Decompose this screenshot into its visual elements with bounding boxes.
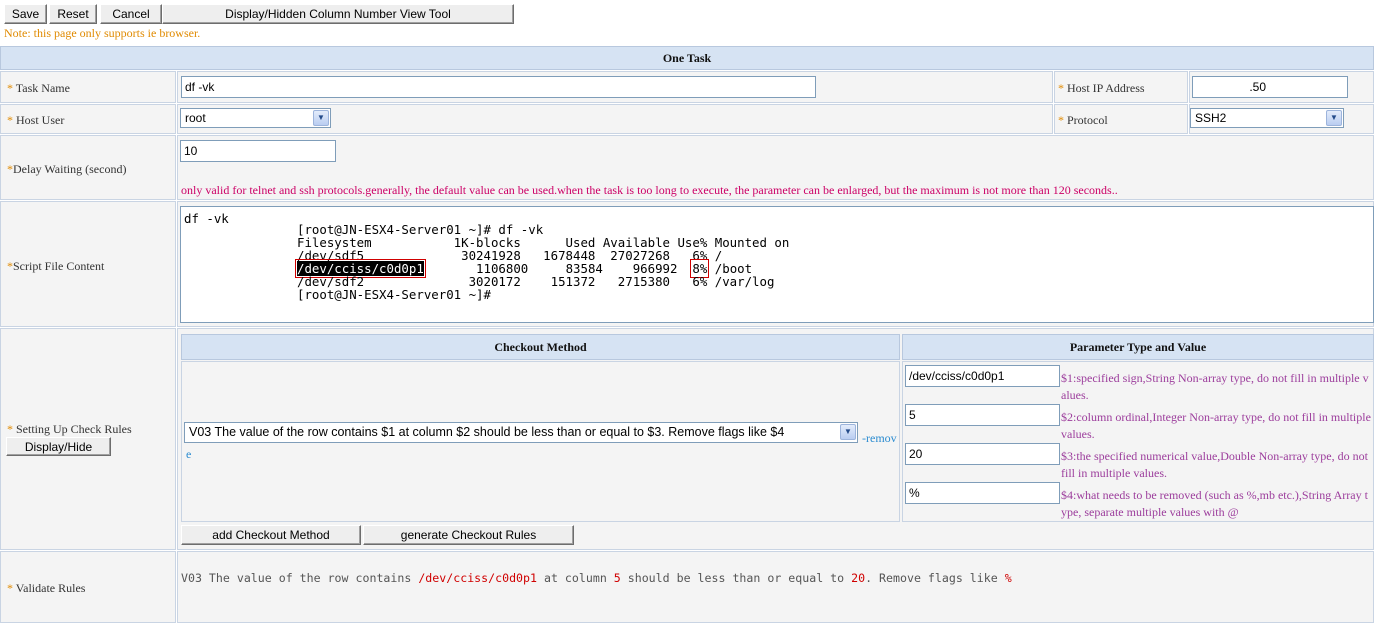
required-mark: * <box>7 422 13 436</box>
chevron-down-icon[interactable]: ▼ <box>313 110 329 126</box>
delay-label: Delay Waiting (second) <box>13 162 127 176</box>
host-user-label: Host User <box>16 113 65 127</box>
validate-text: V03 The value of the row contains <box>181 571 419 585</box>
host-ip-input[interactable]: .50 <box>1192 76 1348 98</box>
parameter-header: Parameter Type and Value <box>902 334 1374 360</box>
validate-label-cell: * Validate Rules <box>0 551 176 623</box>
generate-checkout-rules-button[interactable]: generate Checkout Rules <box>363 525 574 545</box>
browser-support-note: Note: this page only supports ie browser… <box>4 26 201 40</box>
host-user-label-cell: * Host User <box>0 104 176 134</box>
save-button[interactable]: Save <box>4 4 47 24</box>
add-checkout-method-button[interactable]: add Checkout Method <box>181 525 361 545</box>
protocol-selected: SSH2 <box>1195 111 1227 125</box>
chevron-down-icon[interactable]: ▼ <box>1326 110 1342 126</box>
required-mark: * <box>7 113 13 127</box>
reset-button[interactable]: Reset <box>49 4 97 24</box>
required-mark: * <box>1058 81 1064 95</box>
chevron-down-icon[interactable]: ▼ <box>840 424 856 440</box>
cancel-button[interactable]: Cancel <box>100 4 162 24</box>
script-label: Script File Content <box>13 259 105 273</box>
protocol-label-cell: * Protocol <box>1054 104 1188 134</box>
validate-label: Validate Rules <box>15 581 86 595</box>
script-line: df -vk <box>184 211 229 226</box>
delay-label-cell: *Delay Waiting (second) <box>0 135 176 200</box>
remove-link[interactable]: -remov <box>862 431 897 446</box>
delay-hint: only valid for telnet and ssh protocols.… <box>181 183 1118 197</box>
validate-text: . Remove flags like <box>865 571 1005 585</box>
protocol-select[interactable]: SSH2 ▼ <box>1190 108 1344 128</box>
task-name-input[interactable]: df -vk <box>181 76 816 98</box>
checkout-method-select[interactable]: V03 The value of the row contains $1 at … <box>184 422 858 443</box>
host-ip-label-cell: * Host IP Address <box>1054 71 1188 103</box>
param-1-input[interactable]: /dev/cciss/c0d0p1 <box>905 365 1060 387</box>
validate-value-cell <box>177 551 1374 623</box>
validate-value: /dev/cciss/c0d0p1 <box>418 571 537 585</box>
param-1-desc: $1:specified sign,String Non-array type,… <box>1061 371 1369 402</box>
required-mark: * <box>1058 113 1064 127</box>
param-4-input[interactable]: % <box>905 482 1060 504</box>
validate-text: should be less than or equal to <box>620 571 852 585</box>
script-line: [root@JN-ESX4-Server01 ~]# <box>297 287 491 302</box>
required-mark: * <box>7 81 13 95</box>
checkout-method-header: Checkout Method <box>181 334 900 360</box>
validate-value: % <box>1004 571 1012 585</box>
display-hide-button[interactable]: Display/Hide <box>6 437 111 456</box>
validate-rule-text: V03 The value of the row contains /dev/c… <box>181 572 1012 585</box>
param-2-input[interactable]: 5 <box>905 404 1060 426</box>
task-name-label-cell: * Task Name <box>0 71 176 103</box>
host-user-selected: root <box>185 111 206 125</box>
param-2-desc: $2:column ordinal,Integer Non-array type… <box>1061 410 1371 441</box>
host-user-select[interactable]: root ▼ <box>180 108 331 128</box>
delay-input[interactable]: 10 <box>180 140 336 162</box>
param-3-input[interactable]: 20 <box>905 443 1060 465</box>
host-ip-label: Host IP Address <box>1067 81 1145 95</box>
task-name-label: Task Name <box>15 81 70 95</box>
remove-link-wrap[interactable]: e <box>186 447 191 462</box>
param-4-desc: $4:what needs to be removed (such as %,m… <box>1061 488 1368 519</box>
check-rules-label: Setting Up Check Rules <box>16 422 132 436</box>
validate-value: 20 <box>851 571 866 585</box>
param-3-desc: $3:the specified numerical value,Double … <box>1061 449 1368 480</box>
validate-text: at column <box>537 571 614 585</box>
required-mark: * <box>7 581 13 595</box>
column-view-tool-button[interactable]: Display/Hidden Column Number View Tool <box>162 4 514 24</box>
protocol-label: Protocol <box>1067 113 1108 127</box>
validate-value: 5 <box>613 571 621 585</box>
checkout-method-selected: V03 The value of the row contains $1 at … <box>189 425 785 439</box>
script-label-cell: *Script File Content <box>0 201 176 327</box>
script-textarea[interactable]: df -vk [root@JN-ESX4-Server01 ~]# df -vk… <box>180 206 1374 323</box>
section-title: One Task <box>0 46 1374 70</box>
